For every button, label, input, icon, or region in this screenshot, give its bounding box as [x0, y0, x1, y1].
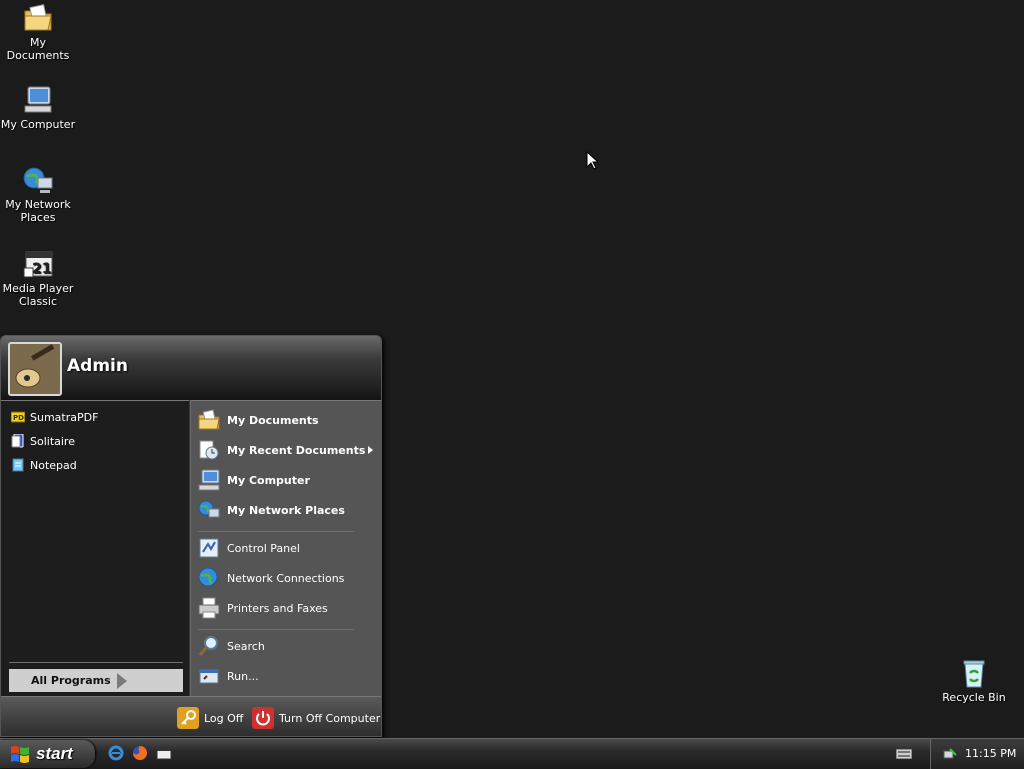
- folder-documents-icon: [24, 4, 52, 31]
- menu-item-label: Control Panel: [227, 541, 300, 555]
- menu-item-label: Search: [227, 639, 265, 653]
- key-icon: [177, 707, 199, 729]
- computer-icon: [24, 86, 52, 113]
- recycle-bin-icon: [963, 660, 985, 688]
- menu-item-my-computer[interactable]: My Computer: [197, 466, 310, 494]
- my-computer-icon: [198, 469, 220, 491]
- taskbar: start 11:15 PM: [0, 738, 1024, 769]
- solitaire-icon: [11, 434, 24, 448]
- internet-explorer-icon[interactable]: [108, 745, 124, 761]
- keyboard-icon[interactable]: [896, 749, 912, 759]
- power-icon: [252, 707, 274, 729]
- guitar-picture: [10, 344, 60, 394]
- log-off-label: Log Off: [204, 711, 244, 725]
- pinned-item-label: Notepad: [30, 458, 77, 472]
- all-programs-label: All Programs: [31, 674, 111, 687]
- menu-item-search[interactable]: Search: [197, 632, 265, 660]
- mouse-cursor-icon: [586, 151, 598, 170]
- menu-item-my-recent-documents[interactable]: My Recent Documents: [197, 436, 373, 464]
- username: Admin: [67, 356, 128, 376]
- menu-item-network-connections[interactable]: Network Connections: [197, 564, 344, 592]
- recent-documents-icon: [199, 440, 219, 460]
- sumatrapdf-icon: PDF: [11, 411, 25, 423]
- desktop-icon-media-player-classic[interactable]: 21 Media Player Classic: [0, 248, 76, 308]
- menu-item-label: My Network Places: [227, 503, 345, 517]
- desktop-icon-label: My Network Places: [5, 198, 71, 224]
- avatar[interactable]: [8, 342, 62, 396]
- arrow-right-icon: [117, 673, 127, 689]
- network-status-icon[interactable]: [943, 746, 959, 762]
- my-documents-icon: [198, 409, 220, 430]
- menu-item-label: Run...: [227, 669, 259, 683]
- clock[interactable]: 11:15 PM: [965, 747, 1016, 760]
- turn-off-label: Turn Off Computer: [279, 711, 381, 725]
- run-icon: [199, 669, 219, 684]
- my-network-places-icon: [198, 500, 220, 518]
- all-programs-button[interactable]: All Programs: [9, 669, 183, 692]
- start-label: start: [36, 744, 73, 763]
- svg-text:21: 21: [32, 261, 51, 277]
- menu-item-label: My Documents: [227, 413, 319, 427]
- menu-item-label: My Computer: [227, 473, 310, 487]
- firefox-icon[interactable]: [132, 745, 148, 761]
- menu-item-control-panel[interactable]: Control Panel: [197, 534, 300, 562]
- menu-item-printers-and-faxes[interactable]: Printers and Faxes: [197, 594, 328, 622]
- desktop-icon-label: Recycle Bin: [942, 691, 1006, 704]
- network-places-icon: [23, 167, 53, 193]
- divider: [198, 629, 354, 630]
- pinned-item-notepad[interactable]: Notepad: [11, 455, 77, 475]
- divider: [198, 531, 354, 532]
- divider: [9, 662, 183, 663]
- desktop-icon-recycle-bin[interactable]: Recycle Bin: [936, 657, 1012, 704]
- desktop-icon-label: My Computer: [0, 118, 76, 131]
- menu-item-label: Network Connections: [227, 571, 345, 585]
- desktop-icon-label: Media Player Classic: [2, 282, 74, 308]
- menu-item-run[interactable]: Run...: [197, 662, 259, 690]
- notepad-icon: [12, 458, 24, 472]
- submenu-arrow-icon: [368, 446, 373, 454]
- pinned-item-label: Solitaire: [30, 434, 75, 448]
- pinned-item-label: SumatraPDF: [30, 410, 99, 424]
- desktop-icon-my-network-places[interactable]: My Network Places: [0, 164, 76, 224]
- media-player-icon: 21: [23, 251, 53, 278]
- start-button[interactable]: start: [0, 740, 95, 768]
- search-icon: [198, 636, 218, 656]
- start-menu: Admin PDF SumatraPDF Solitaire Notepad A…: [0, 335, 382, 737]
- menu-item-my-documents[interactable]: My Documents: [197, 406, 319, 434]
- control-panel-icon: [199, 538, 219, 558]
- start-menu-header: Admin: [1, 336, 381, 400]
- pinned-item-sumatrapdf[interactable]: PDF SumatraPDF: [11, 407, 98, 427]
- printers-icon: [198, 597, 220, 619]
- menu-item-label: My Recent Documents: [227, 443, 366, 457]
- windows-logo-icon: [11, 746, 29, 763]
- menu-item-label: Printers and Faxes: [227, 601, 328, 615]
- desktop-icon-my-documents[interactable]: My Documents: [0, 2, 76, 62]
- pinned-item-solitaire[interactable]: Solitaire: [11, 431, 75, 451]
- menu-item-my-network-places[interactable]: My Network Places: [197, 496, 345, 524]
- desktop-icon-label: My Documents: [6, 36, 70, 62]
- log-off-button[interactable]: Log Off: [177, 706, 243, 730]
- start-menu-footer: Log Off Turn Off Computer: [1, 696, 381, 736]
- svg-text:PDF: PDF: [13, 414, 25, 422]
- desktop-icon-my-computer[interactable]: My Computer: [0, 84, 76, 131]
- network-connections-icon: [198, 567, 218, 587]
- turn-off-computer-button[interactable]: Turn Off Computer: [252, 706, 380, 730]
- media-player-classic-icon[interactable]: [156, 745, 172, 761]
